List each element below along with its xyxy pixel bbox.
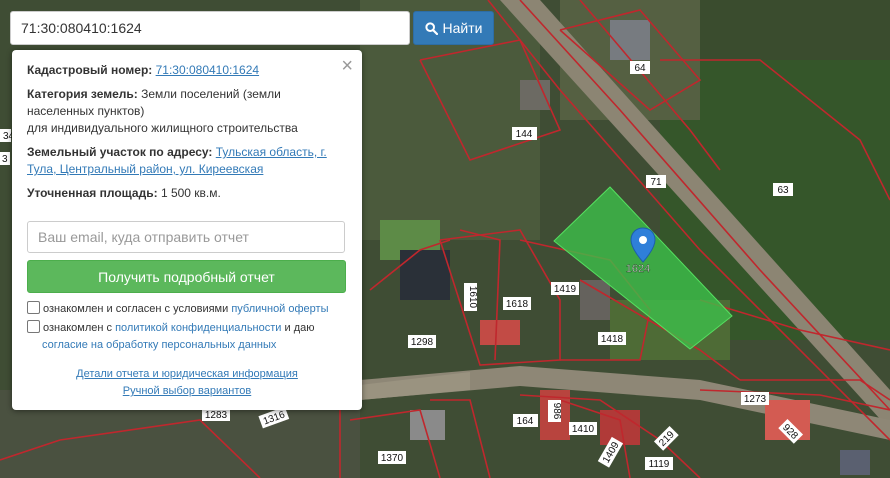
privacy-policy-link[interactable]: политикой конфиденциальности [115,322,281,334]
svg-text:71: 71 [650,177,662,188]
parcel-label-1298: 1298 [408,335,436,348]
svg-text:1370: 1370 [381,453,404,464]
get-report-button[interactable]: Получить подробный отчет [27,260,346,293]
cadastral-number-link[interactable]: 71:30:080410:1624 [156,63,259,77]
svg-text:164: 164 [517,416,534,427]
parcel-label-1410: 1410 [569,422,597,435]
privacy-consent-text: ознакомлен с [43,322,116,334]
offer-consent-row: ознакомлен и согласен с условиями публич… [27,301,347,318]
area-value: 1 500 кв.м. [160,186,221,200]
cadastral-number-row: Кадастровый номер: 71:30:080410:1624 [27,62,347,79]
address-link-1[interactable]: Тульская область, г. [216,145,327,159]
land-category-value-2: населенных пунктов) [27,104,145,118]
address-label: Земельный участок по адресу: [27,145,213,159]
parcel-label-164: 164 [513,414,538,427]
offer-consent-checkbox[interactable] [27,301,40,314]
parcel-label-1610: 1610 [464,283,478,311]
cadastral-search-input[interactable] [10,11,410,45]
manual-selection-link[interactable]: Ручной выбор вариантов [123,385,251,397]
report-details-link[interactable]: Детали отчета и юридическая информация [76,368,298,380]
privacy-consent-row: ознакомлен с политикой конфиденциальност… [27,320,347,354]
land-category-row: Категория земель: Земли поселений (земли… [27,86,347,137]
marker-label: 1624 [626,263,650,275]
personal-data-consent-link[interactable]: согласие на обработку персональных данны… [42,339,276,351]
svg-text:1283: 1283 [205,410,228,421]
offer-consent-text: ознакомлен и согласен с условиями [43,303,232,315]
svg-text:1610: 1610 [467,286,478,309]
parcel-label-1273: 1273 [741,392,769,405]
parcel-label-1618: 1618 [503,297,531,310]
panel-footer-links: Детали отчета и юридическая информация Р… [12,366,362,400]
search-bar [10,11,410,45]
land-category-value-1: Земли поселений (земли [141,87,281,101]
parcel-label-144: 144 [512,127,537,140]
privacy-consent-and: и даю [281,322,315,334]
area-row: Уточненная площадь: 1 500 кв.м. [27,185,347,202]
parcel-label-71: 71 [646,175,666,188]
parcel-label-1419: 1419 [551,282,579,295]
search-button-label: Найти [442,20,483,36]
svg-text:1119: 1119 [649,459,670,470]
svg-text:1618: 1618 [506,299,529,310]
address-row: Земельный участок по адресу: Тульская об… [27,144,347,178]
parcel-info-panel: × Кадастровый номер: 71:30:080410:1624 К… [12,50,362,410]
svg-text:63: 63 [777,185,789,196]
svg-text:1418: 1418 [601,334,624,345]
svg-text:144: 144 [516,129,533,140]
parcel-label-1370: 1370 [378,451,406,464]
svg-text:3: 3 [2,154,8,165]
email-field[interactable] [27,221,345,253]
svg-text:1419: 1419 [554,284,577,295]
svg-text:1410: 1410 [572,424,595,435]
parcel-label-64: 64 [630,61,650,74]
parcel-label-1418: 1418 [598,332,626,345]
parcel-label-63: 63 [773,183,793,196]
cadastral-number-label: Кадастровый номер: [27,63,153,77]
parcel-label-1119: 1119 [645,457,673,470]
land-category-value-3: для индивидуального жилищного строительс… [27,121,298,135]
privacy-consent-checkbox[interactable] [27,320,40,333]
svg-text:986: 986 [551,403,562,420]
public-offer-link[interactable]: публичной оферты [231,303,328,315]
svg-text:1298: 1298 [411,337,434,348]
parcel-label-986: 986 [548,400,562,422]
area-label: Уточненная площадь: [27,186,158,200]
close-icon[interactable]: × [341,56,353,76]
land-category-label: Категория земель: [27,87,138,101]
parcel-label-3: 3 [0,152,10,165]
search-button[interactable]: Найти [413,11,494,45]
svg-text:64: 64 [634,63,646,74]
search-icon [424,21,438,35]
address-link-2[interactable]: Тула, Центральный район, ул. Киреевская [27,162,263,176]
svg-text:1273: 1273 [744,394,767,405]
